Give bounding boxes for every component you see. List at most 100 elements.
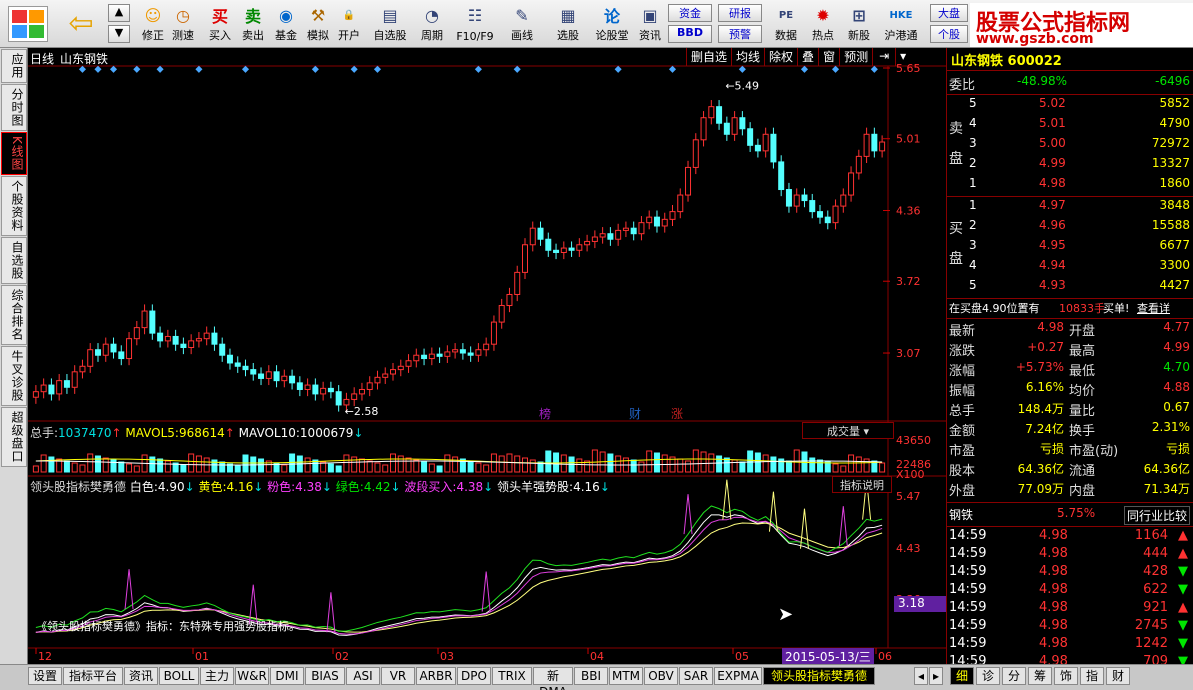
down-icon[interactable]: ▼ — [108, 25, 130, 43]
新股-button[interactable]: ⊞ 新股 — [842, 2, 876, 46]
ask-level: 3 — [969, 136, 977, 150]
bid-row[interactable]: 4 4.94 3300 — [947, 258, 1193, 276]
bid-row[interactable]: 3 4.95 6677 — [947, 238, 1193, 256]
left-tab-2[interactable]: K线图 — [1, 132, 27, 175]
ask-row[interactable]: 2 4.99 13327 — [947, 156, 1193, 174]
toolbar-button-label: 新股 — [848, 29, 870, 42]
bid-row[interactable]: 2 4.96 15588 — [947, 218, 1193, 236]
scroll-right-icon[interactable]: ▸ — [929, 667, 943, 685]
数据-button[interactable]: PE 数据 — [768, 2, 804, 46]
选股-button[interactable]: ▦ 选股 — [548, 2, 588, 46]
candle — [778, 155, 785, 197]
scroll-left-icon[interactable]: ◂ — [914, 667, 928, 685]
price-axis-label: 3.72 — [896, 275, 921, 288]
gegu-button[interactable]: 个股 — [930, 25, 968, 43]
bottom-tab-9[interactable]: VR — [381, 667, 415, 685]
bottom-tab-8[interactable]: ASI — [346, 667, 380, 685]
tick-row: 14:59 4.98 1242 ▼ — [947, 636, 1193, 654]
bottom-tab-10[interactable]: ARBR — [416, 667, 456, 685]
quote-tab-2[interactable]: 分 — [1002, 667, 1026, 685]
bottom-tab-5[interactable]: W&R — [235, 667, 269, 685]
time-axis-label: 04 — [590, 650, 604, 663]
left-tab-5[interactable]: 综合排名 — [1, 284, 27, 345]
up-icon[interactable]: ▲ — [108, 4, 130, 22]
left-tab-0[interactable]: 应用 — [1, 49, 27, 83]
bbd-button[interactable]: BBD — [668, 25, 712, 43]
bottom-tab-6[interactable]: DMI — [270, 667, 304, 685]
bottom-tab-16[interactable]: OBV — [644, 667, 678, 685]
signal-diamond — [373, 65, 382, 73]
ask-row[interactable]: 3 5.00 72972 — [947, 136, 1193, 154]
bottom-tab-19[interactable]: 领头股指标樊勇德 — [763, 667, 875, 685]
stat-label: 最高 — [1069, 344, 1096, 359]
bottom-tab-11[interactable]: DPO — [457, 667, 491, 685]
notice-link[interactable]: 查看详 — [1137, 300, 1170, 316]
time-axis-label: 12 — [38, 650, 52, 663]
基金-button[interactable]: ◉ 基金 — [270, 2, 302, 46]
notice-row[interactable]: 在买盘4.90位置有 10833手 买单! 查看详 — [947, 300, 1193, 318]
卖出-button[interactable]: 卖卖出 — [238, 2, 268, 46]
bottom-tab-18[interactable]: EXPMA — [714, 667, 762, 685]
quote-tab-1[interactable]: 诊 — [976, 667, 1000, 685]
left-tab-4[interactable]: 自选股 — [1, 236, 27, 284]
模拟-button[interactable]: ⚒ 模拟 — [302, 2, 334, 46]
quote-tab-3[interactable]: 筹 — [1028, 667, 1052, 685]
bottom-tab-1[interactable]: 指标平台 — [63, 667, 123, 685]
热点-button[interactable]: ✹ 热点 — [806, 2, 840, 46]
画线-button[interactable]: ✎ 画线 — [502, 2, 542, 46]
candle — [164, 329, 171, 348]
bottom-tab-4[interactable]: 主力 — [200, 667, 234, 685]
bottom-tab-14[interactable]: BBI — [574, 667, 608, 685]
bottom-tab-13[interactable]: 新DMA — [533, 667, 573, 690]
volume-bar — [832, 463, 839, 473]
沪港通-button[interactable]: HKE 沪港通 — [880, 2, 922, 46]
bid-row[interactable]: 1 4.97 3848 — [947, 198, 1193, 216]
indicator-help-button[interactable]: 指标说明 — [832, 476, 892, 493]
quote-tab-4[interactable]: 饰 — [1054, 667, 1078, 685]
买入-button[interactable]: 买买入 — [205, 2, 235, 46]
volume-bar — [521, 457, 528, 473]
white-label: 白色: — [129, 480, 158, 494]
quote-tab-5[interactable]: 指 — [1080, 667, 1104, 685]
bottom-tab-7[interactable]: BIAS — [305, 667, 345, 685]
volume-selector[interactable]: 成交量 ▾ — [802, 422, 894, 439]
资讯-button[interactable]: ▣ 资讯 — [634, 2, 666, 46]
yanbao-button[interactable]: 研报 — [718, 4, 762, 22]
candle — [467, 346, 474, 362]
quote-tab-6[interactable]: 财 — [1106, 667, 1130, 685]
bottom-tab-3[interactable]: BOLL — [159, 667, 199, 685]
left-tab-6[interactable]: 牛叉诊股 — [1, 345, 27, 406]
app-logo-icon[interactable] — [8, 6, 48, 42]
bottom-tab-2[interactable]: 资讯 — [124, 667, 158, 685]
yujing-button[interactable]: 预警 — [718, 25, 762, 43]
ask-row[interactable]: 1 4.98 1860 — [947, 176, 1193, 194]
自选股-button[interactable]: ▤ 自选股 — [370, 2, 410, 46]
bottom-tab-12[interactable]: TRIX — [492, 667, 532, 685]
left-tab-7[interactable]: 超级盘口 — [1, 406, 27, 467]
开户-button[interactable]: 🔒 开户 — [334, 2, 364, 46]
bid-row[interactable]: 5 4.93 4427 — [947, 278, 1193, 296]
ask-row[interactable]: 5 5.02 5852 — [947, 96, 1193, 114]
stat-label: 涨幅 — [949, 364, 976, 379]
left-tab-3[interactable]: 个股资料 — [1, 175, 27, 236]
论股堂-button[interactable]: 论论股堂 — [590, 2, 634, 46]
stat-row: 最新 4.98 开盘 4.77 — [947, 320, 1193, 339]
kline-chart-area[interactable]: 日线 山东钢铁 删自选 均线 除权叠窗预测 ⇥ ▾ 5.65 5.01 4.36 3.72 3.… — [28, 48, 946, 664]
zijin-dropdown[interactable]: 资金 — [668, 4, 712, 22]
周期-button[interactable]: ◔ 周期 — [414, 2, 450, 46]
bottom-tab-0[interactable]: 设置 — [28, 667, 62, 685]
ask-row[interactable]: 4 5.01 4790 — [947, 116, 1193, 134]
left-tab-1[interactable]: 分时图 — [1, 84, 27, 131]
修正-button[interactable]: ☺ 修正 — [138, 2, 168, 46]
back-arrow-icon[interactable]: ⇦ — [62, 6, 100, 42]
F10/F9-button[interactable]: ☷ F10/F9 — [452, 2, 498, 46]
volume-bar — [102, 457, 109, 473]
bottom-tab-15[interactable]: MTM — [609, 667, 643, 685]
quote-tab-0[interactable]: 细 — [950, 667, 974, 685]
industry-compare-button[interactable]: 同行业比较 — [1123, 506, 1190, 525]
tick-volume: 444 — [1143, 546, 1168, 561]
toolbar-button-label: 买入 — [209, 29, 231, 42]
测速-button[interactable]: ◷ 测速 — [168, 2, 198, 46]
dapan-button[interactable]: 大盘 — [930, 4, 968, 22]
bottom-tab-17[interactable]: SAR — [679, 667, 713, 685]
